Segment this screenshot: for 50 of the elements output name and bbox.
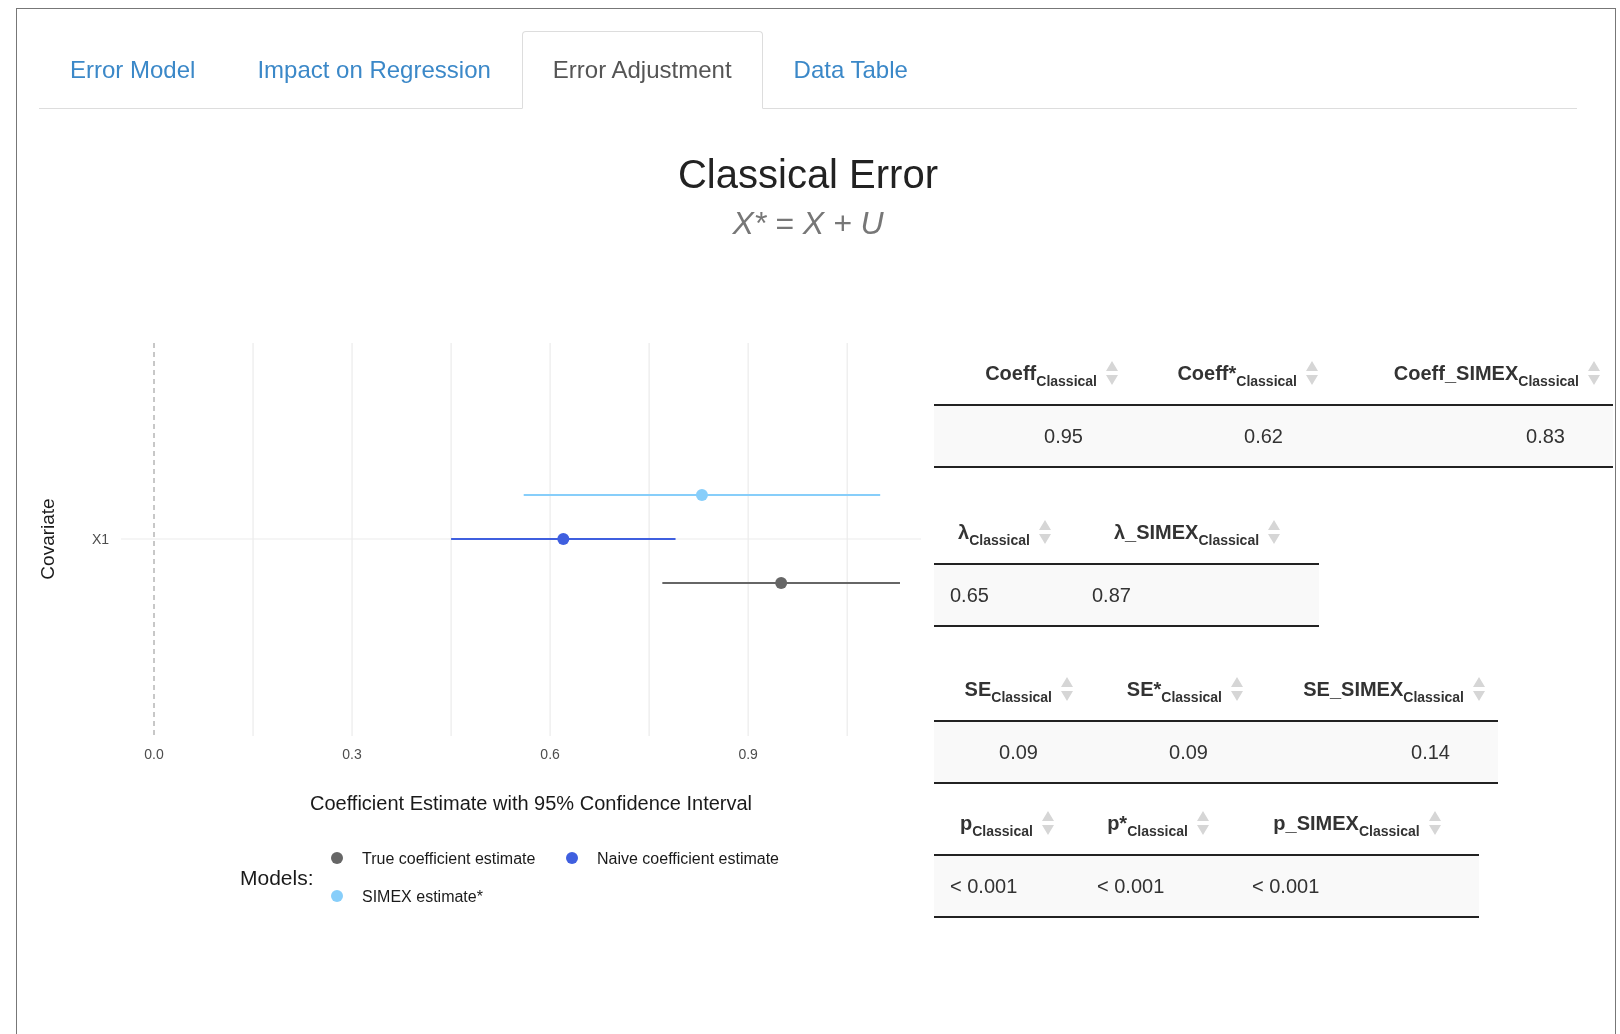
column-header[interactable]: λ_SIMEX$_{Classical}$: [1076, 500, 1319, 564]
header-label: p$_{Classical}$: [960, 810, 1033, 838]
tab[interactable]: Impact on Regression: [226, 31, 522, 109]
axis-title: Covariate: [37, 498, 58, 580]
table-cell: < 0.001: [1081, 855, 1236, 917]
column-header[interactable]: Coeff_SIMEX$_{Classical}$: [1331, 341, 1613, 405]
formula: X* = X + U: [732, 204, 884, 243]
table-cell: 0.09: [934, 721, 1086, 783]
header-label: p*$_{Classical}$: [1107, 810, 1188, 838]
header-label: Coeff*$_{Classical}$: [1177, 360, 1297, 388]
column-header[interactable]: Coeff$_{Classical}$: [934, 341, 1131, 405]
table-cell: 0.83: [1331, 405, 1613, 467]
column-header[interactable]: SE_SIMEX$_{Classical}$: [1256, 657, 1498, 721]
table-cell: < 0.001: [934, 855, 1081, 917]
table-cell: 0.09: [1086, 721, 1256, 783]
table-cell: 0.14: [1256, 721, 1498, 783]
header-label: p_SIMEX$_{Classical}$: [1273, 810, 1420, 838]
tick-label: 0.9: [738, 746, 758, 762]
table-cell: 0.62: [1131, 405, 1331, 467]
header-label: λ$_{Classical}$: [958, 519, 1030, 547]
column-header[interactable]: Coeff*$_{Classical}$: [1131, 341, 1331, 405]
header-label: λ_SIMEX$_{Classical}$: [1113, 519, 1260, 547]
header-label: SE_SIMEX$_{Classical}$: [1303, 676, 1464, 704]
tick-label: 0.6: [540, 746, 560, 762]
tick-label: 0.0: [144, 746, 164, 762]
column-header[interactable]: p_SIMEX$_{Classical}$: [1236, 791, 1479, 855]
axis-title: Coefficient Estimate with 95% Confidence Interval: [309, 792, 753, 814]
category-label: X1: [91, 531, 109, 547]
tick-label: 0.3: [342, 746, 362, 762]
column-header[interactable]: SE$_{Classical}$: [934, 657, 1086, 721]
header-label: SE$_{Classical}$: [964, 676, 1052, 704]
legend-title: Models:: [240, 866, 314, 889]
column-header[interactable]: p$_{Classical}$: [934, 791, 1081, 855]
column-header[interactable]: λ$_{Classical}$: [934, 500, 1076, 564]
column-header[interactable]: p*$_{Classical}$: [1081, 791, 1236, 855]
tab[interactable]: Error Adjustment: [521, 31, 763, 109]
column-header[interactable]: SE*$_{Classical}$: [1086, 657, 1256, 721]
tab[interactable]: Error Model: [39, 31, 227, 109]
legend-label: True coefficient estimate: [362, 850, 536, 867]
table-cell: 0.65: [934, 564, 1076, 626]
table-cell: < 0.001: [1236, 855, 1479, 917]
tab[interactable]: Data Table: [762, 31, 939, 109]
legend-label: Naive coefficient estimate: [597, 850, 779, 867]
header-label: SE*$_{Classical}$: [1126, 676, 1222, 704]
header-label: Coeff_SIMEX$_{Classical}$: [1393, 360, 1579, 388]
legend-label: SIMEX estimate*: [362, 888, 483, 905]
page-title: Classical Error: [677, 151, 938, 198]
table-cell: 0.95: [934, 405, 1131, 467]
table-cell: 0.87: [1076, 564, 1319, 626]
header-label: Coeff$_{Classical}$: [985, 360, 1097, 388]
